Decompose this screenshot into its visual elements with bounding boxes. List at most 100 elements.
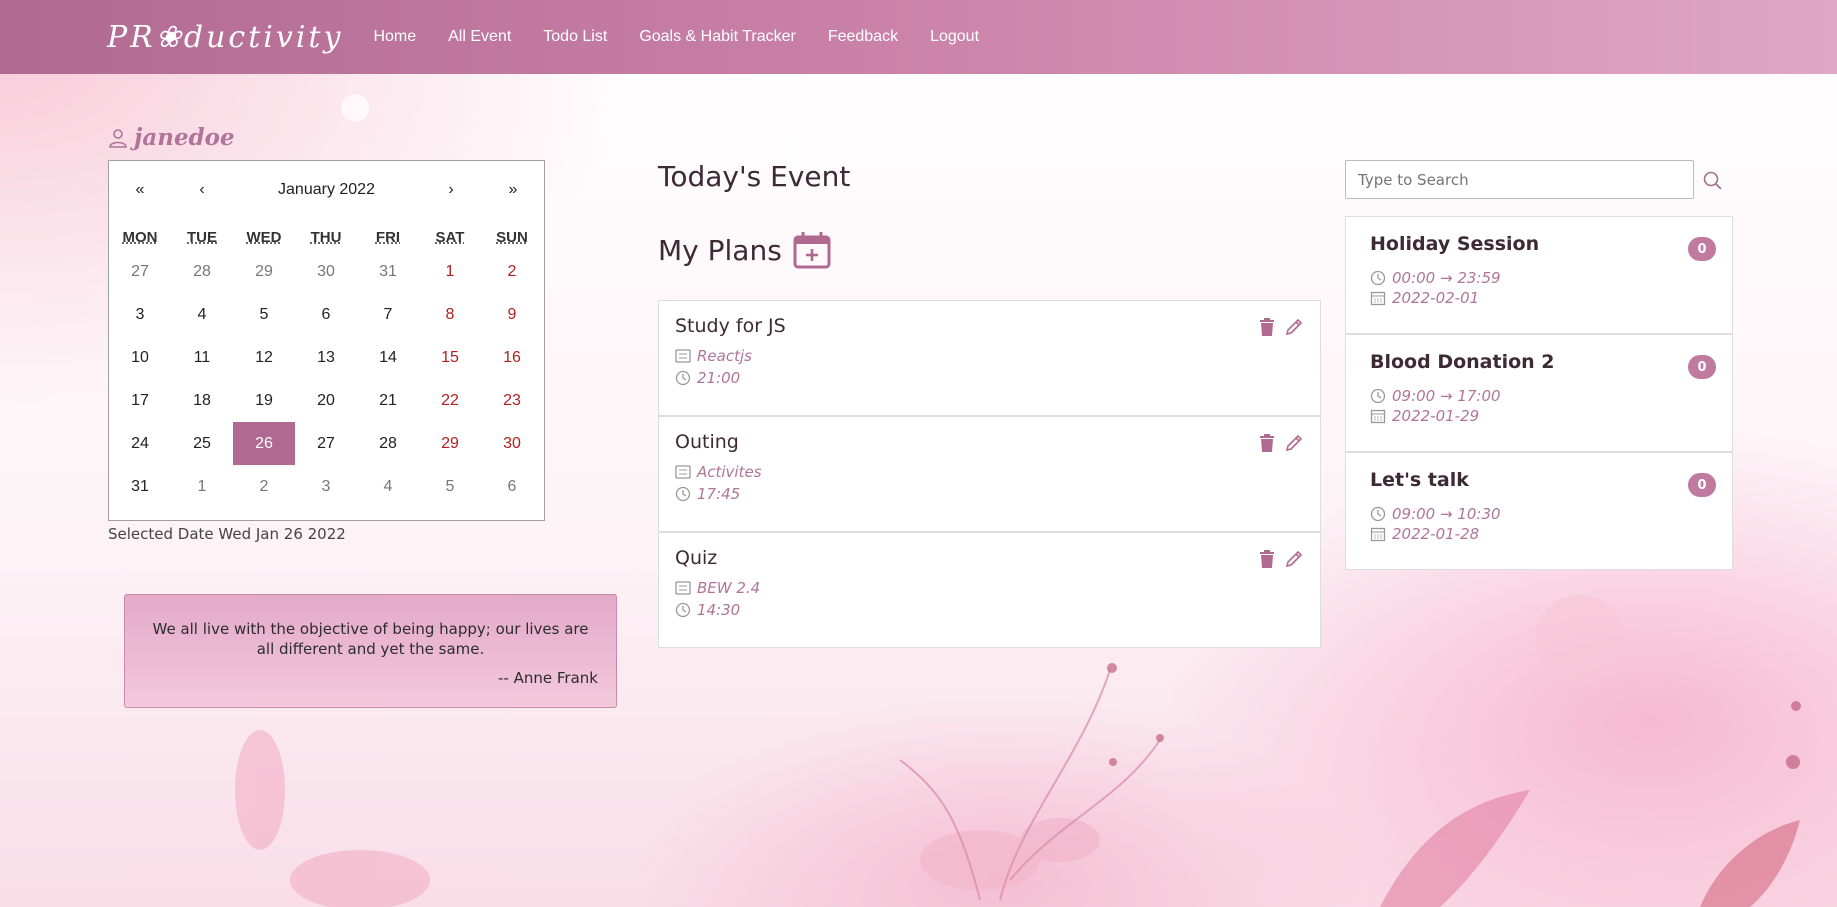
event-time: 00:00 → 23:59 — [1370, 269, 1708, 287]
event-card[interactable]: Blood Donation 2 09:00 → 17:00 2022-01-2… — [1345, 334, 1733, 452]
event-time-text: 09:00 → 17:00 — [1392, 387, 1501, 405]
calendar-day[interactable]: 30 — [481, 422, 543, 465]
nav-home[interactable]: Home — [373, 28, 416, 46]
event-time-text: 00:00 → 23:59 — [1392, 269, 1501, 287]
event-count-badge: 0 — [1688, 473, 1716, 497]
calendar-day[interactable]: 23 — [481, 379, 543, 422]
event-card[interactable]: Holiday Session 00:00 → 23:59 2022-02-01… — [1345, 216, 1733, 334]
selected-date-label: Selected Date Wed Jan 26 2022 — [108, 525, 346, 543]
calendar-day[interactable]: 25 — [171, 422, 233, 465]
weekday-label: SUN — [496, 229, 528, 246]
calendar-day[interactable]: 18 — [171, 379, 233, 422]
plan-category: Activites — [675, 463, 1304, 481]
calendar-day[interactable]: 8 — [419, 293, 481, 336]
plan-time-text: 21:00 — [697, 369, 741, 387]
calendar-day[interactable]: 13 — [295, 336, 357, 379]
my-plans-title: My Plans — [658, 233, 782, 267]
search-input[interactable] — [1345, 160, 1694, 199]
calendar: « ‹ January 2022 › » MON TUE WED THU FRI… — [108, 160, 545, 521]
prev-month-button[interactable]: ‹ — [171, 181, 233, 199]
event-count-badge: 0 — [1688, 355, 1716, 379]
calendar-day[interactable]: 31 — [109, 465, 171, 508]
plan-category-text: BEW 2.4 — [697, 579, 761, 597]
weekday-label: THU — [310, 229, 342, 246]
note-icon — [675, 581, 691, 595]
calendar-day[interactable]: 7 — [357, 293, 419, 336]
nav-goals-habit-tracker[interactable]: Goals & Habit Tracker — [639, 28, 796, 46]
calendar-day[interactable]: 16 — [481, 336, 543, 379]
calendar-day[interactable]: 21 — [357, 379, 419, 422]
calendar-day[interactable]: 27 — [109, 250, 171, 293]
calendar-day[interactable]: 19 — [233, 379, 295, 422]
plan-title: Outing — [675, 431, 739, 453]
navbar: PR❀ductivity Home All Event Todo List Go… — [0, 0, 1837, 74]
calendar-day[interactable]: 20 — [295, 379, 357, 422]
weekday-label: TUE — [187, 229, 217, 246]
calendar-day[interactable]: 2 — [233, 465, 295, 508]
calendar-day[interactable]: 31 — [357, 250, 419, 293]
pencil-icon[interactable] — [1284, 433, 1304, 453]
calendar-day[interactable]: 5 — [233, 293, 295, 336]
calendar-day[interactable]: 22 — [419, 379, 481, 422]
add-plan-calendar-icon[interactable] — [792, 230, 832, 270]
calendar-day[interactable]: 27 — [295, 422, 357, 465]
calendar-day[interactable]: 15 — [419, 336, 481, 379]
calendar-day[interactable]: 12 — [233, 336, 295, 379]
brand-logo[interactable]: PR❀ductivity — [107, 20, 343, 55]
next-month-button[interactable]: › — [420, 181, 482, 199]
pencil-icon[interactable] — [1284, 317, 1304, 337]
weekday-header: MON TUE WED THU FRI SAT SUN — [109, 229, 544, 246]
calendar-day[interactable]: 28 — [171, 250, 233, 293]
calendar-day[interactable]: 28 — [357, 422, 419, 465]
calendar-day[interactable]: 5 — [419, 465, 481, 508]
nav-logout[interactable]: Logout — [930, 28, 979, 46]
calendar-day[interactable]: 14 — [357, 336, 419, 379]
user-info: janedoe — [108, 124, 235, 151]
calendar-day[interactable]: 3 — [109, 293, 171, 336]
prev-year-button[interactable]: « — [109, 181, 171, 199]
event-card[interactable]: Let's talk 09:00 → 10:30 2022-01-28 0 — [1345, 452, 1733, 570]
plan-actions — [1258, 549, 1304, 569]
nav-all-event[interactable]: All Event — [448, 28, 511, 46]
calendar-day[interactable]: 30 — [295, 250, 357, 293]
calendar-icon — [1370, 409, 1386, 424]
calendar-day[interactable]: 10 — [109, 336, 171, 379]
calendar-day[interactable]: 11 — [171, 336, 233, 379]
calendar-day[interactable]: 6 — [481, 465, 543, 508]
search-icon[interactable] — [1700, 168, 1726, 194]
event-date-text: 2022-01-29 — [1392, 407, 1480, 425]
nav-todo-list[interactable]: Todo List — [543, 28, 607, 46]
plan-actions — [1258, 317, 1304, 337]
plan-category: BEW 2.4 — [675, 579, 1304, 597]
calendar-day[interactable]: 4 — [171, 293, 233, 336]
calendar-day-selected[interactable]: 26 — [233, 422, 295, 465]
calendar-day[interactable]: 1 — [419, 250, 481, 293]
trash-icon[interactable] — [1258, 317, 1276, 337]
pencil-icon[interactable] — [1284, 549, 1304, 569]
nav-feedback[interactable]: Feedback — [828, 28, 898, 46]
calendar-day[interactable]: 3 — [295, 465, 357, 508]
quote-text: We all live with the objective of being … — [152, 620, 589, 658]
plan-category-text: Activites — [697, 463, 762, 481]
plan-title: Study for JS — [675, 315, 786, 337]
calendar-day[interactable]: 6 — [295, 293, 357, 336]
note-icon — [675, 349, 691, 363]
next-year-button[interactable]: » — [482, 181, 544, 199]
month-label[interactable]: January 2022 — [233, 181, 420, 199]
plan-card: Outing Activites 17:45 — [658, 416, 1321, 532]
trash-icon[interactable] — [1258, 549, 1276, 569]
plan-time-text: 17:45 — [697, 485, 741, 503]
calendar-day[interactable]: 29 — [419, 422, 481, 465]
calendar-day[interactable]: 9 — [481, 293, 543, 336]
calendar-day[interactable]: 1 — [171, 465, 233, 508]
trash-icon[interactable] — [1258, 433, 1276, 453]
calendar-day[interactable]: 24 — [109, 422, 171, 465]
calendar-day[interactable]: 2 — [481, 250, 543, 293]
event-date-text: 2022-01-28 — [1392, 525, 1480, 543]
calendar-day[interactable]: 17 — [109, 379, 171, 422]
calendar-day[interactable]: 29 — [233, 250, 295, 293]
clock-icon — [1370, 388, 1386, 404]
today-event-title: Today's Event — [658, 160, 851, 193]
event-count-badge: 0 — [1688, 237, 1716, 261]
calendar-day[interactable]: 4 — [357, 465, 419, 508]
